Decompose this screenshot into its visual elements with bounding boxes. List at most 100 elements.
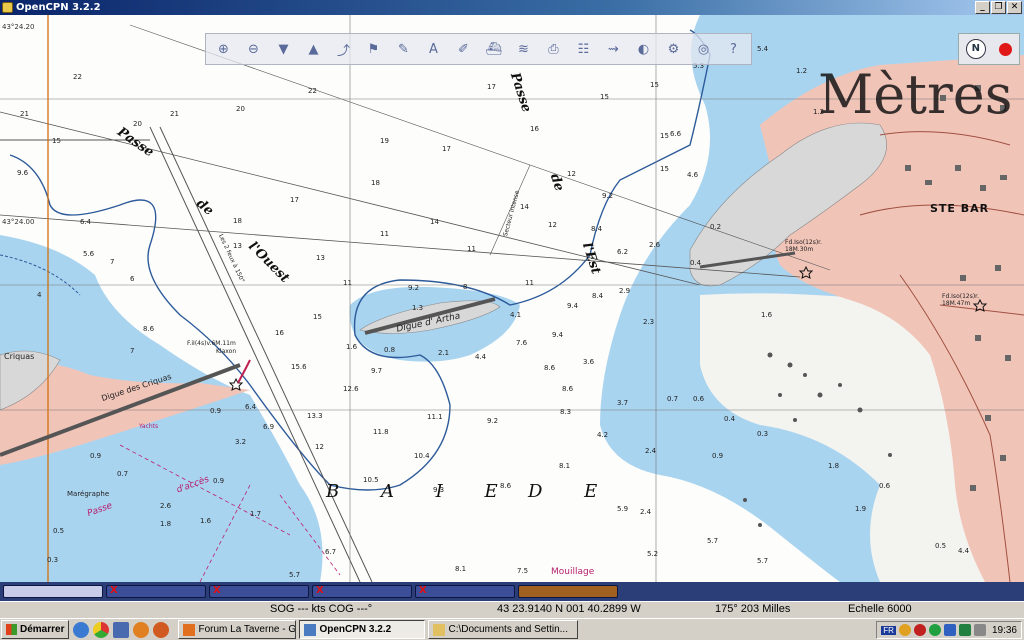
task-label: Forum La Taverne - Goo... bbox=[198, 624, 297, 635]
outlook-icon[interactable] bbox=[133, 621, 150, 638]
depth-sounding: 5.7 bbox=[707, 537, 719, 545]
color-scheme-icon[interactable]: ◐ bbox=[629, 36, 658, 63]
chart-bar-item[interactable]: X bbox=[209, 585, 309, 598]
chart-bar-item[interactable]: X bbox=[415, 585, 515, 598]
depth-sounding: 18 bbox=[371, 179, 380, 187]
tray-icon-1[interactable] bbox=[898, 624, 911, 636]
window-title: OpenCPN 3.2.2 bbox=[16, 2, 101, 13]
depth-sounding: 5.4 bbox=[757, 45, 769, 53]
depth-sounding: 1.8 bbox=[828, 462, 840, 470]
depth-sounding: 17 bbox=[290, 196, 299, 204]
chart-canvas[interactable]: 22 21 20 22 20 21 17 15 15 16 19 17 18 12 15 15 9.2 14 14 1… bbox=[0, 15, 1024, 582]
depth-sounding: 0.8 bbox=[384, 346, 396, 354]
tray-icon-4[interactable] bbox=[943, 624, 956, 636]
label-mouillage: Mouillage bbox=[551, 567, 595, 577]
depth-sounding: 12 bbox=[567, 170, 576, 178]
depth-sounding: 15 bbox=[52, 137, 61, 145]
zoom-in-icon[interactable]: ⊕ bbox=[209, 36, 238, 63]
help-icon[interactable]: ? bbox=[719, 36, 748, 63]
depth-sounding: 12 bbox=[548, 221, 557, 229]
volume-icon[interactable] bbox=[973, 624, 986, 636]
depth-sounding: 2.9 bbox=[619, 287, 631, 295]
minimize-button[interactable]: _ bbox=[975, 1, 990, 14]
zoom-out-icon[interactable]: ⊖ bbox=[239, 36, 268, 63]
depth-sounding: 0.6 bbox=[879, 482, 891, 490]
depth-sounding: 0.3 bbox=[757, 430, 769, 438]
depth-sounding: 9.4 bbox=[552, 331, 564, 339]
status-bar: SOG --- kts COG ---° 43 23.9140 N 001 40… bbox=[0, 601, 1024, 618]
settings-icon[interactable]: ⚙ bbox=[659, 36, 688, 63]
taskbar-task[interactable]: OpenCPN 3.2.2 bbox=[299, 620, 426, 639]
depth-sounding: 3.6 bbox=[583, 358, 595, 366]
start-label: Démarrer bbox=[20, 624, 65, 635]
depth-sounding: 1.6 bbox=[761, 311, 773, 319]
taskbar-task[interactable]: C:\Documents and Settin... bbox=[428, 620, 579, 639]
depth-sounding: 1.9 bbox=[855, 505, 867, 513]
depth-sounding: 0.5 bbox=[53, 527, 65, 535]
depth-sounding: 21 bbox=[20, 110, 29, 118]
depth-sounding: 8 bbox=[463, 283, 468, 291]
depth-sounding: 2.1 bbox=[438, 349, 450, 357]
depth-sounding: 0.9 bbox=[712, 452, 724, 460]
tray-icon-2[interactable] bbox=[913, 624, 926, 636]
depth-sounding: 0.5 bbox=[935, 542, 947, 550]
gps-status-icon[interactable] bbox=[999, 42, 1013, 56]
north-up-icon[interactable]: N bbox=[965, 39, 986, 59]
mob-icon[interactable]: ◎ bbox=[689, 36, 718, 63]
scale-in-icon[interactable]: ▼ bbox=[269, 36, 298, 63]
depth-sounding: 15 bbox=[313, 313, 322, 321]
unavailable-icon: X bbox=[213, 585, 221, 596]
clock[interactable]: 19:36 bbox=[992, 625, 1017, 636]
compass-widget[interactable]: N bbox=[958, 33, 1020, 65]
scale-out-icon[interactable]: ▲ bbox=[299, 36, 328, 63]
tide-icon[interactable]: ≋ bbox=[509, 36, 538, 63]
waypoint-icon[interactable]: ⚑ bbox=[359, 36, 388, 63]
depth-sounding: 0.7 bbox=[117, 470, 129, 478]
close-button[interactable]: ✕ bbox=[1007, 1, 1022, 14]
label-de: D E bbox=[528, 481, 616, 502]
depth-sounding: 2.6 bbox=[160, 502, 172, 510]
route-icon[interactable]: ⤴ bbox=[329, 36, 358, 63]
chart-bar-item[interactable] bbox=[518, 585, 618, 598]
text-icon[interactable]: A bbox=[419, 36, 448, 63]
depth-sounding: 4.4 bbox=[958, 547, 970, 555]
language-indicator[interactable]: FR bbox=[881, 625, 896, 635]
toolbar: ⊕ ⊖ ▼ ▲ ⤴ ⚑ ✎ A ✐ ⛴ ≋ ⎙ ☷ ⇝ ◐ ⚙ ◎? bbox=[205, 33, 752, 65]
chrome-icon[interactable] bbox=[93, 621, 110, 638]
depth-sounding: 11 bbox=[380, 230, 389, 238]
chart-bar: XXXX bbox=[0, 582, 1024, 601]
chart-bar-item[interactable]: X bbox=[312, 585, 412, 598]
mail-icon[interactable] bbox=[113, 621, 130, 638]
start-button[interactable]: Démarrer bbox=[1, 620, 70, 639]
ship-icon[interactable]: ⛴ bbox=[479, 36, 508, 63]
taskbar-task[interactable]: Forum La Taverne - Goo... bbox=[178, 620, 297, 639]
depth-sounding: 2.4 bbox=[640, 508, 652, 516]
ie-icon[interactable] bbox=[73, 621, 90, 638]
task-icon bbox=[433, 623, 446, 636]
chart-bar-item[interactable] bbox=[3, 585, 103, 598]
depth-sounding: 5.7 bbox=[757, 557, 769, 565]
depth-sounding: 8.1 bbox=[455, 565, 467, 573]
measure-icon[interactable]: ✎ bbox=[389, 36, 418, 63]
depth-sounding: 0.6 bbox=[693, 395, 705, 403]
unavailable-icon: X bbox=[419, 585, 427, 596]
route-manager-icon[interactable]: ☷ bbox=[569, 36, 598, 63]
chart-bar-item[interactable]: X bbox=[106, 585, 206, 598]
depth-sounding: 6.6 bbox=[670, 130, 682, 138]
depth-sounding: 20 bbox=[133, 120, 142, 128]
task-label: OpenCPN 3.2.2 bbox=[319, 624, 392, 635]
track-icon[interactable]: ⇝ bbox=[599, 36, 628, 63]
restore-button[interactable]: ❐ bbox=[991, 1, 1006, 14]
depth-sounding: 17 bbox=[442, 145, 451, 153]
draw-icon[interactable]: ✐ bbox=[449, 36, 478, 63]
bearing-distance-readout: 175° 203 Milles bbox=[715, 603, 791, 615]
depth-sounding: 5.9 bbox=[617, 505, 629, 513]
depth-sounding: 5.7 bbox=[289, 571, 301, 579]
firefox-icon[interactable] bbox=[153, 621, 170, 638]
tray-icon-3[interactable] bbox=[928, 624, 941, 636]
print-icon[interactable]: ⎙ bbox=[539, 36, 568, 63]
tray-icon-5[interactable] bbox=[958, 624, 971, 636]
depth-sounding: 7 bbox=[130, 347, 135, 355]
depth-sounding: 13 bbox=[316, 254, 325, 262]
depth-sounding: 18 bbox=[233, 217, 242, 225]
